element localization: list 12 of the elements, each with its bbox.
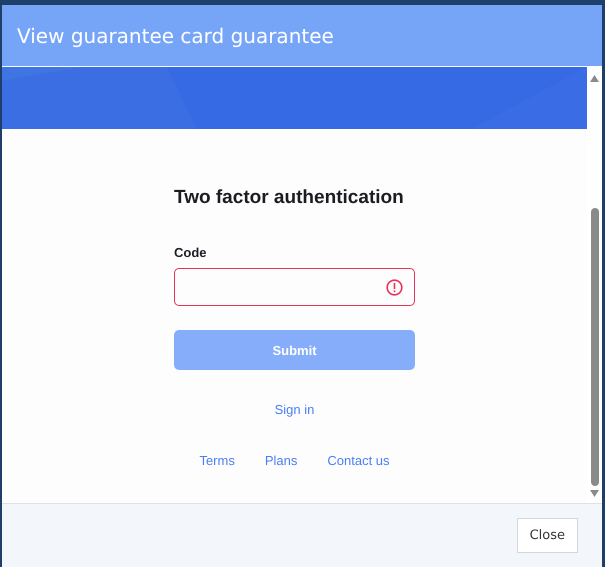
field-label: Code bbox=[174, 245, 208, 260]
footer-link[interactable]: Contact us bbox=[327, 453, 390, 468]
close-button[interactable]: Close bbox=[516, 518, 578, 553]
footer-link[interactable]: Terms bbox=[199, 453, 235, 468]
scroll-up-icon[interactable] bbox=[590, 75, 599, 82]
error-icon bbox=[386, 278, 403, 296]
scroll-down-icon[interactable] bbox=[590, 490, 599, 497]
footer-link[interactable]: Plans bbox=[264, 453, 298, 468]
code-input-field[interactable] bbox=[174, 268, 415, 306]
dialog-title: View guarantee card guarantee bbox=[17, 24, 334, 48]
sign-in-link[interactable]: Sign in bbox=[274, 402, 314, 417]
form-heading: Two factor authentication bbox=[174, 187, 405, 209]
